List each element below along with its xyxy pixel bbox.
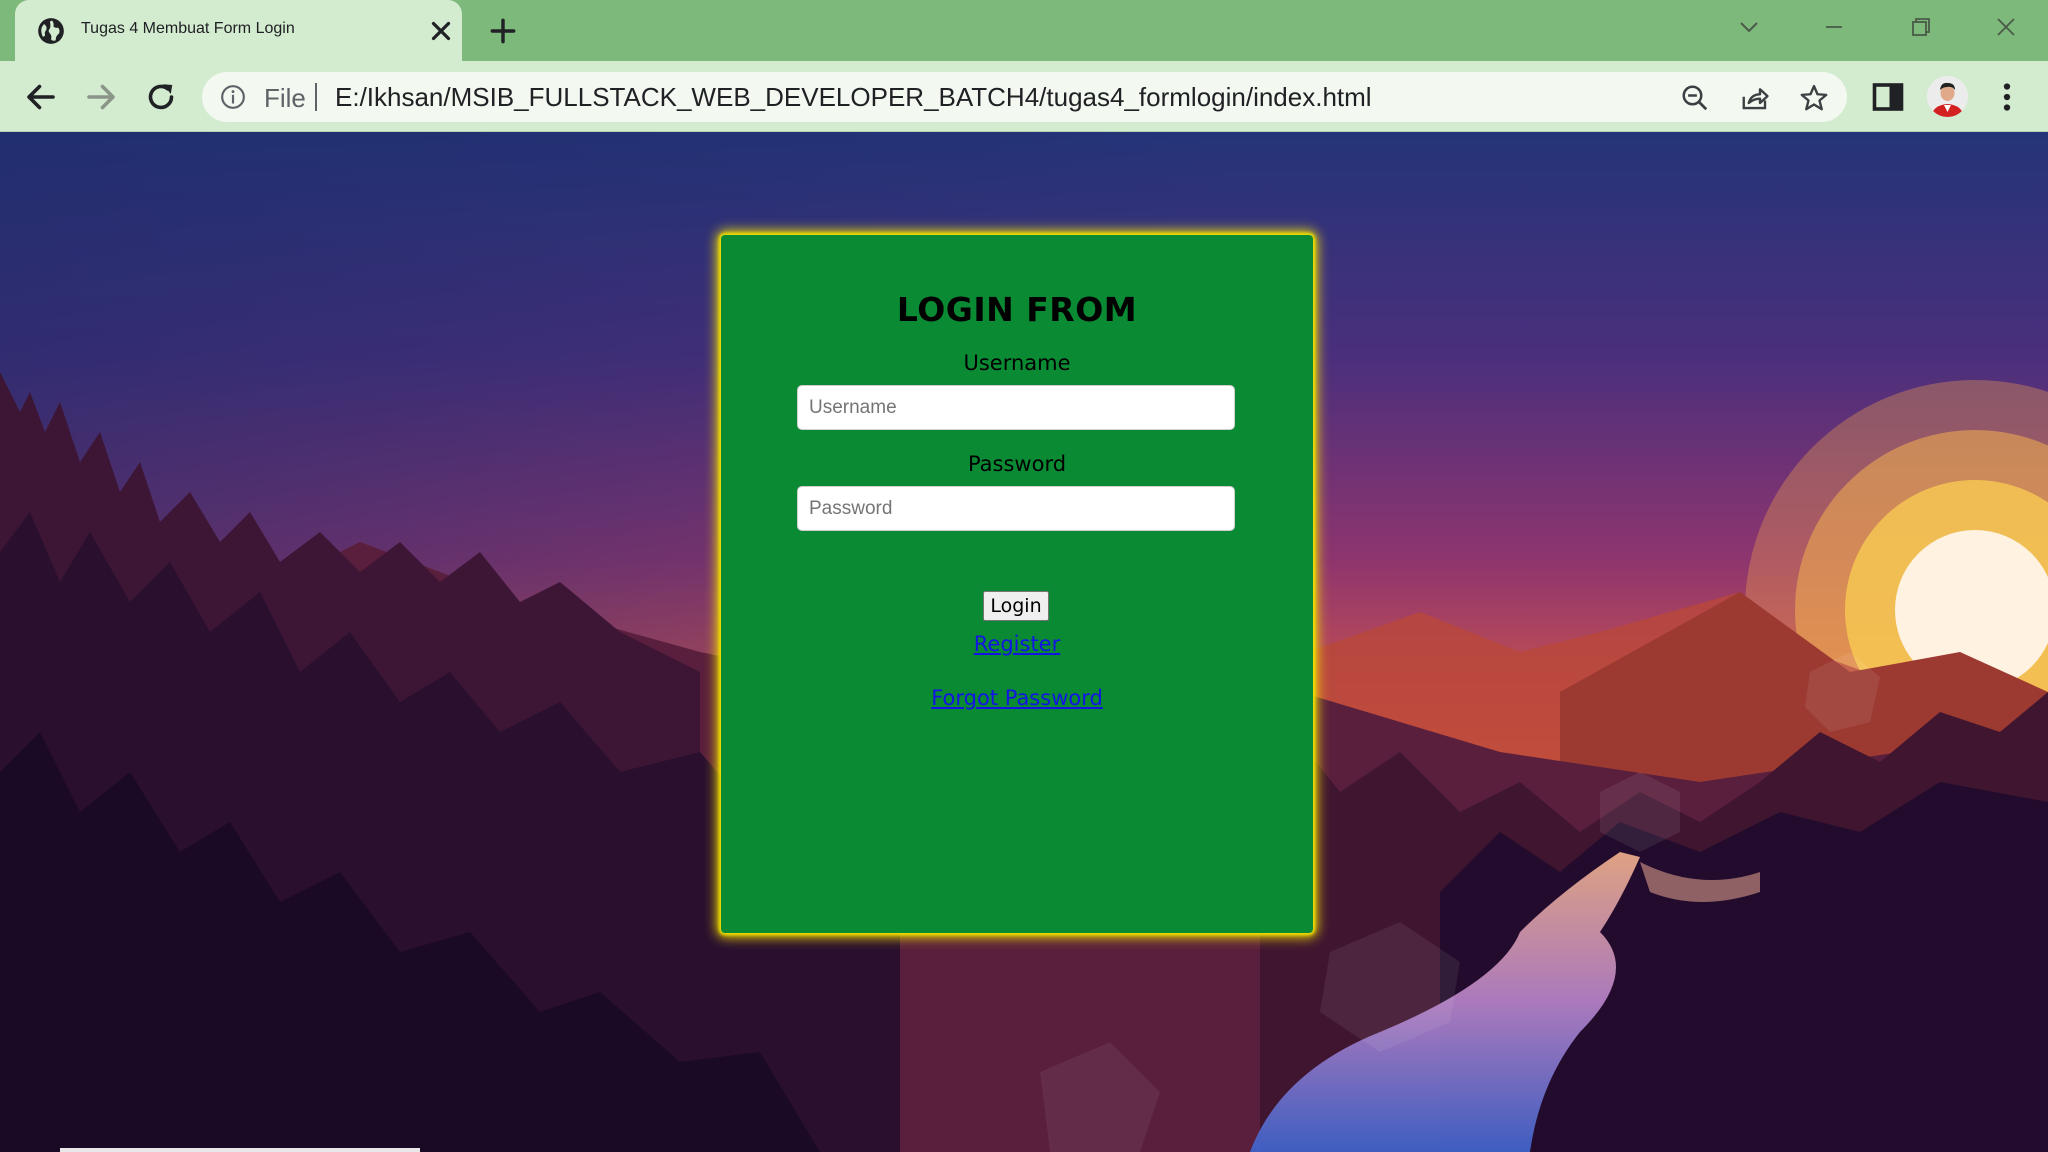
minimize-icon[interactable] [1814, 12, 1854, 44]
address-scheme-label: File [264, 83, 306, 113]
register-link-row: Register [721, 632, 1313, 656]
login-button[interactable]: Login [983, 591, 1049, 621]
browser-toolbar: File E:/Ikhsan/MSIB_FULLSTACK_WEB_DEVELO… [0, 61, 2048, 132]
tab-search-chevron-icon[interactable] [1729, 12, 1769, 44]
globe-icon [38, 18, 64, 44]
address-bar[interactable]: File E:/Ikhsan/MSIB_FULLSTACK_WEB_DEVELO… [202, 72, 1847, 122]
more-menu-icon[interactable] [1989, 79, 2025, 115]
forgot-password-link-row: Forgot Password [721, 686, 1313, 710]
username-input[interactable] [797, 385, 1235, 430]
reload-icon[interactable] [143, 79, 179, 115]
horizontal-scrollbar[interactable] [60, 1148, 420, 1152]
address-separator [315, 83, 317, 111]
avatar-photo-icon [1927, 76, 1968, 117]
register-link[interactable]: Register [974, 632, 1060, 656]
browser-tab-strip: Tugas 4 Membuat Form Login [0, 0, 2048, 61]
username-label: Username [963, 351, 1071, 375]
forgot-password-link[interactable]: Forgot Password [931, 686, 1103, 710]
password-input[interactable] [797, 486, 1235, 531]
page-viewport: LOGIN FROM Username Password Login Regis… [0, 132, 2048, 1152]
share-icon[interactable] [1740, 83, 1770, 113]
back-arrow-icon[interactable] [23, 79, 59, 115]
tab-title: Tugas 4 Membuat Form Login [81, 20, 295, 37]
close-tab-icon[interactable] [426, 16, 456, 46]
side-panel-icon[interactable] [1870, 79, 1906, 115]
profile-avatar[interactable] [1927, 76, 1968, 117]
form-title: LOGIN FROM [896, 290, 1138, 329]
forward-arrow-icon[interactable] [83, 79, 119, 115]
restore-icon[interactable] [1900, 12, 1940, 44]
zoom-out-icon[interactable] [1680, 83, 1710, 113]
browser-tab[interactable]: Tugas 4 Membuat Form Login [15, 0, 462, 61]
bookmark-star-icon[interactable] [1799, 83, 1829, 113]
login-form-card: LOGIN FROM Username Password Login Regis… [721, 235, 1313, 933]
password-label: Password [967, 452, 1067, 476]
info-icon[interactable] [220, 84, 246, 110]
close-window-icon[interactable] [1986, 12, 2026, 44]
new-tab-icon[interactable] [487, 15, 519, 47]
address-url[interactable]: E:/Ikhsan/MSIB_FULLSTACK_WEB_DEVELOPER_B… [335, 82, 1372, 113]
